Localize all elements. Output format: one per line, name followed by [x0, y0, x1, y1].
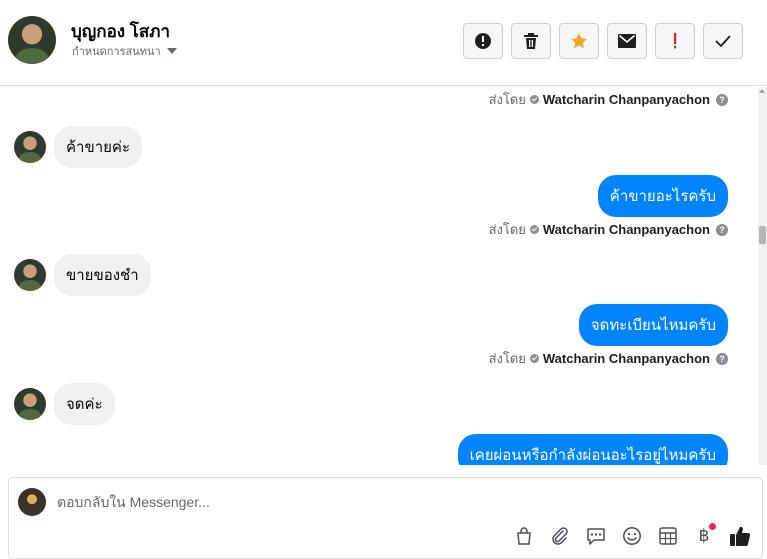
header-actions — [463, 23, 743, 59]
scroll-up-arrow-icon[interactable] — [759, 89, 765, 93]
message-row-incoming: ขายของชำ — [14, 254, 151, 296]
mark-spam-button[interactable] — [463, 23, 503, 59]
help-icon[interactable]: ? — [716, 93, 728, 106]
message-bubble-incoming[interactable]: จดค่ะ — [54, 383, 115, 425]
trash-icon — [524, 33, 538, 49]
contact-name[interactable]: บุญกอง โสภา — [71, 18, 170, 45]
message-row-incoming: จดค่ะ — [14, 383, 115, 425]
shop-button[interactable] — [512, 524, 536, 548]
message-bubble-outgoing[interactable]: ค้าขายอะไรครับ — [597, 175, 728, 217]
sent-by-label: ส่งโดย — [488, 222, 526, 237]
payment-button[interactable]: ฿ — [692, 523, 716, 548]
scroll-thumb[interactable] — [759, 226, 766, 244]
mark-important-button[interactable] — [655, 23, 695, 59]
thumbs-up-icon — [730, 526, 751, 546]
emoji-button[interactable] — [620, 524, 644, 548]
contact-avatar-small — [14, 131, 46, 163]
composer-toolbar: ฿ — [512, 523, 752, 548]
envelope-icon — [618, 34, 636, 48]
saved-replies-button[interactable] — [584, 524, 608, 548]
calendar-grid-icon — [659, 527, 677, 545]
sender-name: Watcharin Chanpanyachon — [542, 92, 710, 107]
mark-done-button[interactable] — [703, 23, 743, 59]
alert-circle-icon — [475, 33, 491, 49]
sender-name: Watcharin Chanpanyachon — [542, 351, 710, 366]
message-bubble-incoming[interactable]: ขายของชำ — [54, 254, 151, 296]
sent-by-label: ส่งโดย — [488, 351, 526, 366]
help-icon[interactable]: ? — [716, 223, 728, 236]
contact-avatar-small — [14, 259, 46, 291]
sent-by-label: ส่งโดย — [488, 92, 526, 107]
chat-bubble-icon — [587, 528, 605, 545]
exclamation-icon — [674, 33, 677, 49]
attach-file-button[interactable] — [548, 524, 572, 548]
sent-by-line: ส่งโดย Watcharin Chanpanyachon ? — [489, 348, 728, 369]
verified-icon — [529, 354, 539, 363]
delete-button[interactable] — [511, 23, 551, 59]
star-icon — [571, 33, 587, 49]
star-button[interactable] — [559, 23, 599, 59]
message-row-incoming: ค้าขายค่ะ — [14, 126, 143, 168]
conversation-settings-label: กำหนดการสนทนา — [72, 46, 161, 58]
caret-down-icon — [166, 48, 177, 54]
paperclip-icon — [552, 527, 568, 545]
appointment-button[interactable] — [656, 524, 680, 548]
reply-input[interactable] — [57, 492, 717, 512]
like-button[interactable] — [728, 524, 752, 548]
notification-dot — [709, 523, 716, 530]
sent-by-line: ส่งโดย Watcharin Chanpanyachon ? — [489, 89, 728, 110]
sender-name: Watcharin Chanpanyachon — [542, 222, 710, 237]
baht-icon: ฿ — [698, 526, 710, 545]
checkmark-icon — [715, 35, 731, 47]
verified-icon — [529, 225, 539, 234]
page-avatar — [18, 488, 46, 516]
contact-avatar[interactable] — [8, 16, 56, 64]
verified-icon — [529, 95, 539, 104]
help-icon[interactable]: ? — [716, 352, 728, 365]
conversation-header: บุญกอง โสภา กำหนดการสนทนา — [0, 0, 767, 86]
sent-by-line: ส่งโดย Watcharin Chanpanyachon ? — [489, 219, 728, 240]
smiley-icon — [623, 527, 641, 545]
contact-avatar-small — [14, 388, 46, 420]
message-bubble-outgoing[interactable]: จดทะเบียนไหมครับ — [578, 304, 728, 346]
message-bubble-incoming[interactable]: ค้าขายค่ะ — [54, 126, 143, 168]
message-bubble-outgoing[interactable]: เคยผ่อนหรือกำลังผ่อนอะไรอยู่ไหมครับ — [457, 434, 728, 465]
conversation-settings-dropdown[interactable]: กำหนดการสนทนา — [72, 42, 177, 60]
reply-composer: ฿ — [8, 477, 763, 559]
shopping-bag-icon — [517, 527, 531, 545]
message-thread[interactable]: ส่งโดย Watcharin Chanpanyachon ? ค้าขายค… — [0, 87, 758, 465]
message-scrollbar[interactable] — [758, 87, 767, 465]
mark-unread-button[interactable] — [607, 23, 647, 59]
